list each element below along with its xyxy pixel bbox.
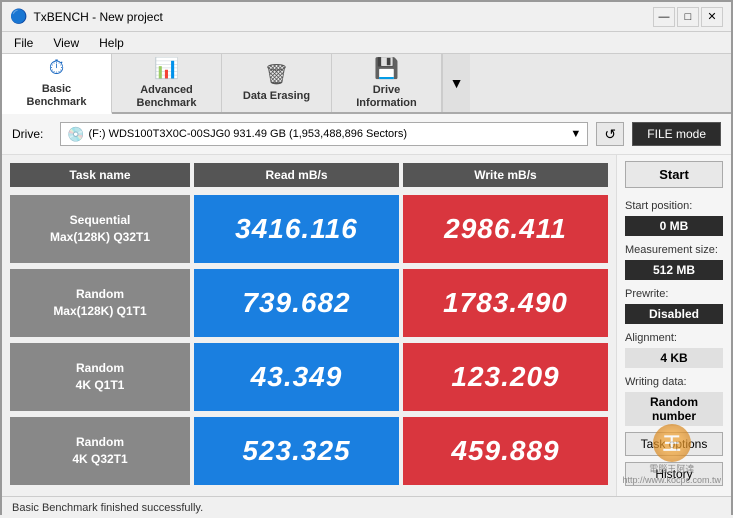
title-bar: 🔵 TxBENCH - New project — □ ✕	[2, 2, 731, 32]
bench-label-rnd-4k-q1: Random4K Q1T1	[10, 343, 190, 411]
maximize-button[interactable]: □	[677, 7, 699, 27]
tab-drive-information[interactable]: 💾 DriveInformation	[332, 54, 442, 112]
basic-benchmark-label: BasicBenchmark	[27, 83, 87, 109]
drive-select-value: (F:) WDS100T3X0C-00SJG0 931.49 GB (1,953…	[88, 128, 407, 140]
bench-row-random-max: RandomMax(128K) Q1T1 739.682 1783.490	[10, 269, 608, 337]
window-controls: — □ ✕	[653, 7, 723, 27]
drive-select[interactable]: 💿 (F:) WDS100T3X0C-00SJG0 931.49 GB (1,9…	[60, 122, 588, 146]
menu-view[interactable]: View	[45, 34, 87, 52]
bench-read-rnd-4k-q32: 523.325	[194, 417, 399, 485]
bench-row-random-4k-q32: Random4K Q32T1 523.325 459.889	[10, 417, 608, 485]
toolbar: ⏱ BasicBenchmark 📊 AdvancedBenchmark 🗑 D…	[2, 54, 731, 114]
bench-write-rnd-4k-q32: 459.889	[403, 417, 608, 485]
advanced-benchmark-label: AdvancedBenchmark	[137, 84, 197, 110]
drive-row: Drive: 💿 (F:) WDS100T3X0C-00SJG0 931.49 …	[2, 114, 731, 155]
measurement-size-value: 512 MB	[625, 260, 723, 280]
minimize-button[interactable]: —	[653, 7, 675, 27]
writing-data-label: Writing data:	[625, 376, 723, 388]
start-position-value: 0 MB	[625, 216, 723, 236]
data-erasing-icon: 🗑	[264, 62, 289, 87]
drive-select-arrow: ▼	[570, 128, 581, 140]
watermark-line2: http://www.kocpc.com.tw	[622, 475, 721, 485]
table-header: Task name Read mB/s Write mB/s	[10, 163, 608, 187]
drive-information-label: DriveInformation	[356, 84, 417, 110]
bench-label-rnd-max: RandomMax(128K) Q1T1	[10, 269, 190, 337]
advanced-benchmark-icon: 📊	[154, 56, 179, 81]
drive-refresh-button[interactable]: ↺	[596, 122, 624, 146]
toolbar-dropdown[interactable]: ▼	[442, 54, 470, 112]
bench-label-seq-max: SequentialMax(128K) Q32T1	[10, 195, 190, 263]
watermark: 王 電腦王阿達 http://www.kocpc.com.tw	[622, 424, 721, 485]
close-button[interactable]: ✕	[701, 7, 723, 27]
benchmark-area: Task name Read mB/s Write mB/s Sequentia…	[2, 155, 616, 496]
alignment-value: 4 KB	[625, 348, 723, 368]
bench-read-rnd-max: 739.682	[194, 269, 399, 337]
drive-label: Drive:	[12, 127, 52, 141]
watermark-logo: 王	[653, 424, 691, 462]
menu-file[interactable]: File	[6, 34, 41, 52]
header-read: Read mB/s	[194, 163, 399, 187]
basic-benchmark-icon: ⏱	[49, 57, 65, 80]
bench-write-rnd-max: 1783.490	[403, 269, 608, 337]
tab-data-erasing[interactable]: 🗑 Data Erasing	[222, 54, 332, 112]
bench-read-rnd-4k-q1: 43.349	[194, 343, 399, 411]
data-erasing-label: Data Erasing	[243, 90, 310, 103]
dropdown-icon: ▼	[450, 75, 464, 91]
tab-basic-benchmark[interactable]: ⏱ BasicBenchmark	[2, 54, 112, 114]
menu-help[interactable]: Help	[91, 34, 132, 52]
writing-data-value: Random number	[625, 392, 723, 426]
refresh-icon: ↺	[604, 126, 616, 143]
bench-read-seq-max: 3416.116	[194, 195, 399, 263]
status-text: Basic Benchmark finished successfully.	[12, 502, 203, 514]
drive-select-icon: 💿	[67, 126, 84, 143]
tab-advanced-benchmark[interactable]: 📊 AdvancedBenchmark	[112, 54, 222, 112]
bench-row-sequential-max: SequentialMax(128K) Q32T1 3416.116 2986.…	[10, 195, 608, 263]
window-title: TxBENCH - New project	[33, 10, 162, 24]
header-write: Write mB/s	[403, 163, 608, 187]
header-task-name: Task name	[10, 163, 190, 187]
bench-write-rnd-4k-q1: 123.209	[403, 343, 608, 411]
alignment-label: Alignment:	[625, 332, 723, 344]
start-button[interactable]: Start	[625, 161, 723, 188]
menu-bar: File View Help	[2, 32, 731, 54]
watermark-line1: 電腦王阿達	[649, 462, 694, 475]
prewrite-label: Prewrite:	[625, 288, 723, 300]
file-mode-button[interactable]: FILE mode	[632, 122, 721, 146]
start-position-label: Start position:	[625, 200, 723, 212]
prewrite-value: Disabled	[625, 304, 723, 324]
app-icon: 🔵	[10, 8, 27, 25]
drive-information-icon: 💾	[374, 56, 399, 81]
bench-write-seq-max: 2986.411	[403, 195, 608, 263]
bench-label-rnd-4k-q32: Random4K Q32T1	[10, 417, 190, 485]
measurement-size-label: Measurement size:	[625, 244, 723, 256]
bench-row-random-4k-q1: Random4K Q1T1 43.349 123.209	[10, 343, 608, 411]
